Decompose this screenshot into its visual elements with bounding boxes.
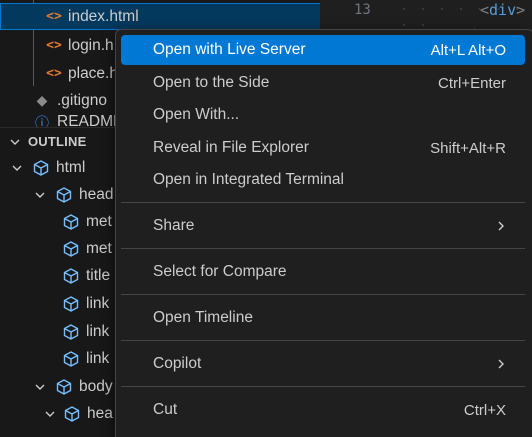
code-bracket: < [480, 1, 490, 19]
html-file-icon: <> [46, 38, 62, 53]
menu-item-reveal-in-file-explorer[interactable]: Reveal in File Explorer Shift+Alt+R [121, 133, 525, 163]
menu-item-select-for-compare[interactable]: Select for Compare [121, 257, 525, 287]
outline-item-link[interactable]: link [62, 345, 109, 372]
menu-item-label: Open With... [153, 106, 240, 123]
cube-icon [55, 186, 73, 204]
menu-item-label: Cut [153, 401, 178, 418]
menu-item-open-with-live-server[interactable]: Open with Live Server Alt+L Alt+O [121, 35, 525, 65]
menu-separator [121, 340, 525, 341]
outline-item-header[interactable]: hea [41, 400, 113, 427]
outline-item-html[interactable]: html [8, 154, 85, 181]
chevron-down-icon [31, 381, 49, 393]
cube-icon [62, 350, 80, 368]
outline-item-body[interactable]: body [31, 373, 113, 400]
file-name: place.h [68, 64, 118, 82]
cube-icon [62, 323, 80, 341]
menu-separator [121, 386, 525, 387]
outline-label: hea [87, 404, 113, 422]
cube-icon [55, 378, 73, 396]
cube-icon [32, 159, 50, 177]
menu-item-label: Open in Integrated Terminal [153, 171, 344, 188]
context-menu: Open with Live Server Alt+L Alt+O Open t… [115, 29, 532, 437]
html-file-icon: <> [46, 9, 62, 24]
cube-icon [62, 267, 80, 285]
menu-item-label: Open Timeline [153, 309, 253, 326]
menu-item-label: Share [153, 217, 195, 234]
outline-item-link[interactable]: link [62, 318, 109, 345]
outline-item-meta[interactable]: met [62, 235, 112, 262]
file-name: .gitigno [57, 91, 107, 109]
menu-item-open-with[interactable]: Open With... [121, 100, 525, 130]
chevron-down-icon [31, 189, 49, 201]
outline-item-link[interactable]: link [62, 290, 109, 317]
menu-item-label: Copilot [153, 355, 202, 372]
menu-item-shortcut: Alt+L Alt+O [430, 41, 506, 59]
menu-item-shortcut: Ctrl+X [463, 401, 506, 419]
cube-icon [62, 213, 80, 231]
vscode-window: <> index.html <> login.h <> place.h ◆ .g… [0, 0, 532, 437]
outline-item-title[interactable]: title [62, 262, 110, 289]
git-icon: ◆ [36, 92, 48, 108]
chevron-down-icon [6, 136, 24, 148]
file-name: README [57, 113, 124, 127]
cube-icon [62, 240, 80, 258]
menu-item-label: Reveal in File Explorer [153, 139, 309, 156]
outline-label: link [86, 349, 110, 367]
outline-item-head[interactable]: head [31, 181, 113, 208]
chevron-right-icon [496, 358, 506, 370]
menu-item-share[interactable]: Share [121, 211, 525, 241]
code-tag-name: div [489, 1, 517, 19]
menu-item-label: Open with Live Server [153, 41, 306, 58]
file-item-index-html[interactable]: <> index.html [0, 3, 360, 30]
menu-item-shortcut: Ctrl+Enter [438, 74, 506, 92]
cube-icon [63, 405, 81, 423]
outline-title: OUTLINE [28, 134, 87, 149]
html-file-icon: <> [46, 66, 62, 81]
menu-item-shortcut: Shift+Alt+R [430, 139, 506, 157]
menu-item-open-in-integrated-terminal[interactable]: Open in Integrated Terminal [121, 165, 525, 195]
outline-label: html [56, 158, 86, 176]
outline-label: link [86, 322, 110, 340]
outline-label: body [79, 377, 113, 395]
outline-label: title [86, 266, 111, 284]
menu-item-copilot[interactable]: Copilot [121, 349, 525, 379]
cube-icon [62, 295, 80, 313]
menu-item-label: Open to the Side [153, 74, 270, 91]
code-bracket: > [516, 1, 526, 19]
code-line: <div> [480, 1, 525, 19]
chevron-down-icon [8, 162, 26, 174]
menu-separator [121, 248, 525, 249]
info-icon: ⓘ [35, 115, 49, 127]
chevron-right-icon [496, 220, 506, 232]
file-name: login.h [68, 36, 114, 54]
menu-item-open-timeline[interactable]: Open Timeline [121, 303, 525, 333]
menu-item-label: Select for Compare [153, 263, 287, 280]
menu-separator [121, 202, 525, 203]
chevron-down-icon [41, 408, 59, 420]
file-name: index.html [68, 7, 139, 25]
outline-label: link [86, 294, 110, 312]
outline-item-meta[interactable]: met [62, 208, 112, 235]
outline-label: met [86, 239, 112, 257]
outline-label: met [86, 212, 112, 230]
menu-item-open-to-the-side[interactable]: Open to the Side Ctrl+Enter [121, 68, 525, 98]
line-number: 13 [354, 2, 371, 18]
outline-label: head [79, 185, 114, 203]
menu-item-cut[interactable]: Cut Ctrl+X [121, 395, 525, 425]
menu-separator [121, 294, 525, 295]
